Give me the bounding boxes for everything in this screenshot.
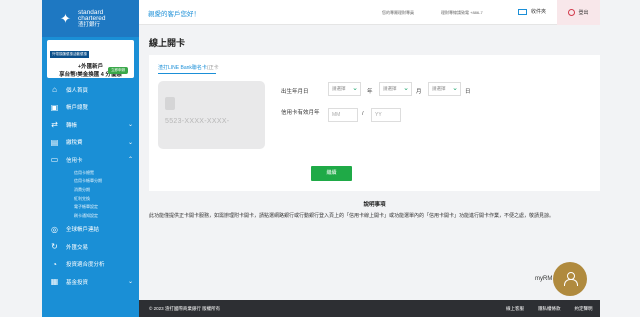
brand-line3: 渣打銀行 xyxy=(78,21,101,28)
tab-card[interactable]: 渣打LINE Bank聯名卡(正卡 xyxy=(158,64,219,71)
credit-card-submenu: 信用卡總覽 信用卡帳單分期 消費分期 紅利兌換 電子帳單設定 刷卡通知設定 xyxy=(42,169,139,221)
bill-icon: ▤ xyxy=(50,137,59,147)
transfer-icon: ⇄ xyxy=(51,120,58,130)
sc-logo-icon: ✦ xyxy=(60,10,71,26)
rm-info: 您的專屬理財專員 xyxy=(382,10,414,15)
myrm-button[interactable] xyxy=(553,262,587,296)
chart-icon: ◔ xyxy=(52,259,57,269)
submenu-item[interactable]: 消費分期 xyxy=(74,186,139,195)
chip-icon xyxy=(165,97,175,110)
footer-link[interactable]: 線上客服 xyxy=(506,306,524,312)
copyright: © 2023 渣打國際商業銀行 版權所有 xyxy=(149,306,221,311)
sidebar: ✦ standard chartered 渣打銀行 外幣換匯優惠活動優惠 +外匯… xyxy=(42,0,139,317)
birth-day-select[interactable]: 請選擇 ⌄ xyxy=(428,82,461,96)
month-unit: 月 xyxy=(416,89,422,95)
logout-button[interactable]: 登出 xyxy=(557,0,600,25)
promo-tag: 外幣換匯優惠活動優惠 xyxy=(50,51,89,58)
notes-text: 此功能僅提供正卡開卡服務，如需辦理附卡開卡，請點選網路銀行或行動銀行登入頁上的「… xyxy=(149,213,555,219)
power-icon xyxy=(568,9,576,16)
footer-link[interactable]: 隱私權條款 xyxy=(538,306,561,312)
hotline: 理財專線請致電 +886-7 xyxy=(441,10,483,15)
sidebar-item-global[interactable]: ◎ 全球帳戶連結 xyxy=(42,221,139,239)
tab-label: 渣打LINE Bank聯名卡 xyxy=(158,65,207,71)
birth-month-select[interactable]: 請選擇 ⌄ xyxy=(379,82,412,96)
wallet-icon: ▣ xyxy=(50,102,59,112)
expiry-label: 信用卡有效月年 xyxy=(281,110,320,116)
brand-line2: chartered xyxy=(78,14,106,22)
footer-link[interactable]: 約定聲明 xyxy=(575,306,593,312)
tab-suffix: (正卡 xyxy=(206,65,219,71)
promo-banner[interactable]: 外幣換匯優惠活動優惠 +外匯新戶 享台幣/美金換匯 4 分優惠 立即申辦 xyxy=(47,40,134,78)
mail-icon xyxy=(518,8,527,15)
footer: © 2023 渣打國際商業銀行 版權所有 線上客服 隱私權條款 約定聲明 xyxy=(139,300,600,317)
sidebar-item-funds[interactable]: ▦ 基金投資 ⌄ xyxy=(42,273,139,291)
chevron-down-icon: ⌄ xyxy=(127,122,133,128)
sidebar-item-label: 外匯交易 xyxy=(66,244,89,251)
submenu-item[interactable]: 電子帳單設定 xyxy=(74,203,139,212)
submenu-item[interactable]: 紅利兌換 xyxy=(74,195,139,204)
day-unit: 日 xyxy=(465,89,471,95)
sidebar-item-label: 繳稅費 xyxy=(66,140,83,147)
sidebar-item-label: 信用卡 xyxy=(66,157,83,164)
logout-label: 登出 xyxy=(578,10,589,16)
sidebar-item-payments[interactable]: ▤ 繳稅費 ⌄ xyxy=(42,134,139,152)
exchange-icon: ↻ xyxy=(51,242,58,252)
year-unit: 年 xyxy=(367,89,373,95)
expiry-slash: / xyxy=(362,111,364,117)
birth-date-label: 出生年月日 xyxy=(281,89,309,95)
sidebar-item-home[interactable]: ⌂ 個人首頁 xyxy=(42,81,139,99)
page-title: 線上開卡 xyxy=(149,38,186,48)
chevron-down-icon: ⌄ xyxy=(127,279,133,286)
home-icon: ⌂ xyxy=(52,85,57,95)
sidebar-item-label: 個人首頁 xyxy=(66,87,89,94)
greeting: 親愛的客戶您好！ xyxy=(148,11,200,18)
submenu-item[interactable]: 信用卡帳單分期 xyxy=(74,177,139,186)
expiry-year-input[interactable]: YY xyxy=(371,108,401,122)
sidebar-item-credit-card[interactable]: ▭ 信用卡 ⌃ xyxy=(42,151,139,169)
sidebar-item-risk[interactable]: ◔ 投資適合度分析 xyxy=(42,256,139,274)
card-activation-panel: 渣打LINE Bank聯名卡(正卡 5523-XXXX-XXXX- 出生年月日 … xyxy=(149,55,600,191)
chevron-up-icon: ⌃ xyxy=(127,157,133,163)
top-bar: 親愛的客戶您好！ 您的專屬理財專員 理財專線請致電 +886-7 收件夾 登出 xyxy=(139,0,600,25)
tab-underline xyxy=(158,73,216,74)
sidebar-item-label: 基金投資 xyxy=(66,279,89,286)
brand-logo[interactable]: ✦ standard chartered 渣打銀行 xyxy=(42,0,139,37)
globe-icon: ◎ xyxy=(51,224,58,234)
card-number: 5523-XXXX-XXXX- xyxy=(165,118,230,125)
submenu-item[interactable]: 刷卡通知設定 xyxy=(74,212,139,221)
card-image: 5523-XXXX-XXXX- xyxy=(158,81,265,149)
continue-button[interactable]: 繼續 xyxy=(311,166,352,181)
sidebar-item-label: 轉帳 xyxy=(66,122,78,129)
chevron-down-icon: ⌄ xyxy=(452,85,458,92)
sidebar-item-label: 帳戶總覽 xyxy=(66,105,89,112)
notes-title: 說明事項 xyxy=(363,202,386,208)
footer-links: 線上客服 隱私權條款 約定聲明 xyxy=(506,306,593,312)
myrm-label: myRM xyxy=(535,276,553,282)
sidebar-item-label: 投資適合度分析 xyxy=(66,262,105,269)
sidebar-item-accounts[interactable]: ▣ 帳戶總覽 xyxy=(42,99,139,117)
promo-cta-button[interactable]: 立即申辦 xyxy=(108,67,128,74)
sidebar-item-fx[interactable]: ↻ 外匯交易 xyxy=(42,238,139,256)
birth-year-select[interactable]: 請選擇 ⌄ xyxy=(328,82,361,96)
chevron-down-icon: ⌄ xyxy=(352,85,358,92)
credit-card-icon: ▭ xyxy=(50,155,59,165)
fund-icon: ▦ xyxy=(50,277,59,287)
sidebar-item-transfer[interactable]: ⇄ 轉帳 ⌄ xyxy=(42,116,139,134)
inbox-label: 收件夾 xyxy=(531,9,547,15)
chevron-down-icon: ⌄ xyxy=(127,139,133,146)
submenu-item[interactable]: 信用卡總覽 xyxy=(74,169,139,178)
chevron-down-icon: ⌄ xyxy=(403,85,409,92)
expiry-month-input[interactable]: MM xyxy=(328,108,358,122)
sidebar-item-label: 全球帳戶連結 xyxy=(66,227,100,234)
inbox-button[interactable]: 收件夾 xyxy=(518,8,546,15)
person-icon xyxy=(564,272,578,286)
